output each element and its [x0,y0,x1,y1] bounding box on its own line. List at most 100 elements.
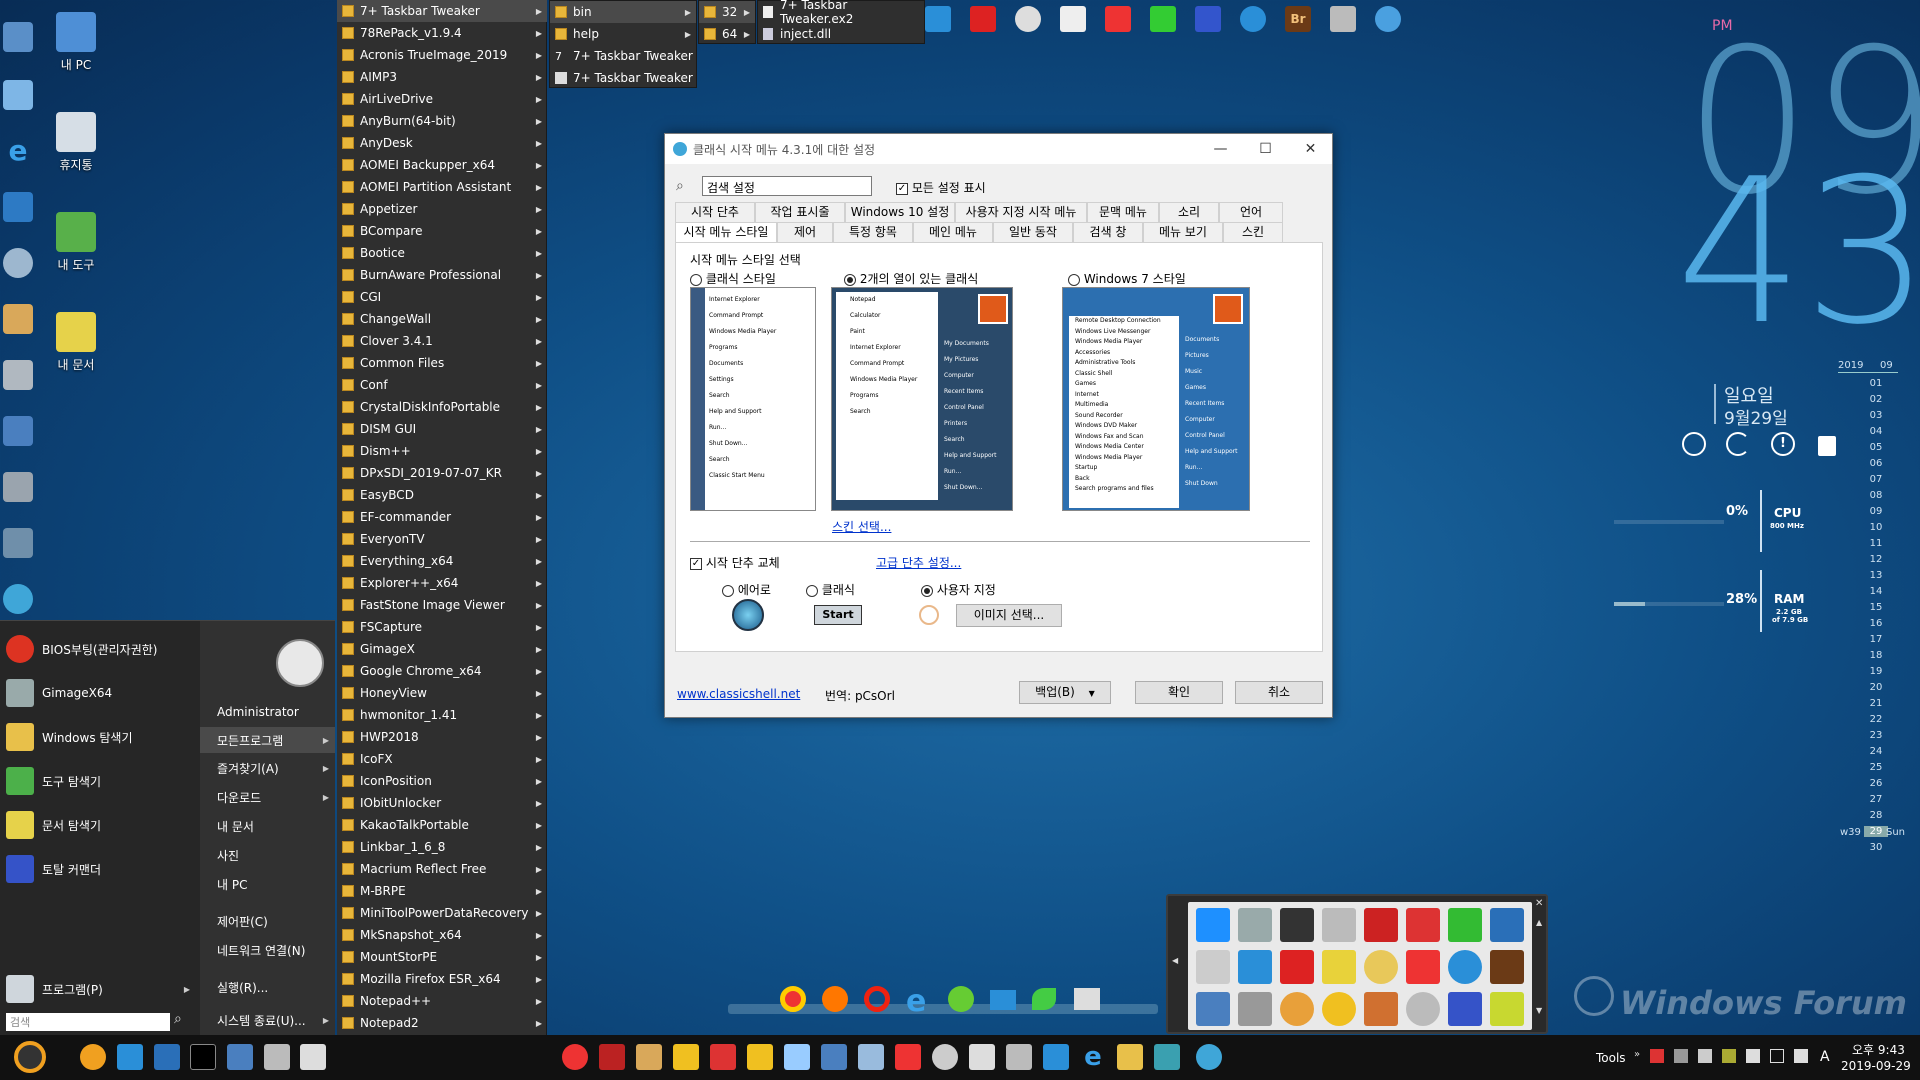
tab-general-behavior[interactable]: 일반 동작 [993,222,1073,242]
paint-icon[interactable] [3,304,33,334]
program-folder-item[interactable]: GimageX ▶ [337,638,547,660]
submenu-item-32[interactable]: 32 ▶ [699,1,755,23]
radio[interactable] [690,273,702,286]
floppy-icon[interactable] [1195,6,1221,32]
submenu-item-dll[interactable]: inject.dll [758,23,924,45]
leaf-icon[interactable] [1032,988,1056,1010]
network-icon[interactable] [3,192,33,222]
file-icon[interactable] [784,1044,810,1070]
anydesk-icon[interactable] [895,1044,921,1070]
tab-controls[interactable]: 제어 [777,222,833,242]
tab-menu-style[interactable]: 시작 메뉴 스타일 [675,222,777,242]
program-folder-item[interactable]: Common Files ▶ [337,352,547,374]
desktop-icon-my-documents[interactable]: 내 문서 [36,312,116,373]
dialog-titlebar[interactable]: 클래식 시작 메뉴 4.3.1에 대한 설정 — ☐ ✕ [665,134,1332,164]
show-all-checkbox[interactable]: ✓ 모든 설정 표시 [896,179,986,196]
triangle-icon[interactable] [925,6,951,32]
program-folder-item[interactable]: BCompare ▶ [337,220,547,242]
program-folder-item[interactable]: KakaoTalkPortable ▶ [337,814,547,836]
clock-icon[interactable] [1015,6,1041,32]
start-network[interactable]: 네트워크 연결(N) [200,937,335,963]
ie-icon[interactable]: e [3,136,33,166]
tab-main-menu[interactable]: 메인 메뉴 [913,222,993,242]
search-icon[interactable]: ⌕ [174,1011,182,1027]
program-folder-item[interactable]: ChangeWall ▶ [337,308,547,330]
program-folder-item[interactable]: Conf ▶ [337,374,547,396]
program-folder-item[interactable]: 78RePack_v1.9.4 ▶ [337,22,547,44]
start-downloads[interactable]: 다운로드 ▶ [200,784,335,810]
start-item-tool-explorer[interactable]: 도구 탐색기 [6,763,196,799]
checkbox[interactable]: ✓ [896,182,908,195]
radio[interactable] [921,584,933,597]
house-icon[interactable] [1364,908,1398,942]
program-folder-item[interactable]: MountStorPE ▶ [337,946,547,968]
package-icon[interactable] [1364,992,1398,1026]
program-folder-item[interactable]: CrystalDiskInfoPortable ▶ [337,396,547,418]
globe-icon[interactable] [3,584,33,614]
replace-button-checkbox[interactable]: ✓ 시작 단추 교체 [690,554,780,571]
style-classic-radio[interactable]: 클래식 스타일 [690,270,776,287]
monitor-icon[interactable] [3,416,33,446]
start-search-input[interactable]: 검색 [6,1013,170,1031]
radio[interactable] [1068,273,1080,286]
calculator-icon[interactable] [1006,1044,1032,1070]
brush-icon[interactable] [710,1044,736,1070]
settings-search-input[interactable]: 검색 설정 [702,176,872,196]
program-folder-item[interactable]: AirLiveDrive ▶ [337,88,547,110]
shield-icon[interactable] [264,1044,290,1070]
folder-icon[interactable] [1117,1044,1143,1070]
usb-tray-icon[interactable] [1746,1049,1760,1063]
lock-icon[interactable] [1818,436,1836,456]
play-icon[interactable] [1322,992,1356,1026]
lock-screen-icon[interactable] [117,1044,143,1070]
start-my-documents[interactable]: 내 문서 [200,813,335,839]
k-icon[interactable] [1280,908,1314,942]
program-folder-item[interactable]: Everything_x64 ▶ [337,550,547,572]
program-folder-item[interactable]: hwmonitor_1.41 ▶ [337,704,547,726]
explorer-icon[interactable] [1154,1044,1180,1070]
dock-close-icon[interactable]: ✕ [1535,898,1543,909]
submenu-item-tweaker-help[interactable]: 7+ Taskbar Tweaker [550,67,696,89]
start-my-pc[interactable]: 내 PC [200,871,335,897]
settings-icon[interactable] [1375,6,1401,32]
preview-twocol[interactable]: Notepad Calculator Paint Internet Explorer C… [831,287,1013,511]
program-folder-item[interactable]: Google Chrome_x64 ▶ [337,660,547,682]
ie-icon[interactable]: e [1080,1044,1106,1070]
dock-scroll-up-icon[interactable]: ▲ [1536,918,1542,927]
tray-icon-1[interactable] [1650,1049,1664,1063]
tab-menu-look[interactable]: 메뉴 보기 [1143,222,1223,242]
program-folder-item[interactable]: Bootice ▶ [337,242,547,264]
program-folder-item[interactable]: Linkbar_1_6_8 ▶ [337,836,547,858]
button-classic-radio[interactable]: 클래식 [806,581,855,598]
magnifier-icon[interactable] [1280,992,1314,1026]
maximize-button[interactable]: ☐ [1243,134,1288,164]
no-key-icon[interactable] [1406,908,1440,942]
start-favorites[interactable]: 즐겨찾기(A) ▶ [200,755,335,781]
restart-icon[interactable] [1726,432,1750,456]
radio[interactable] [722,584,734,597]
radio[interactable] [806,584,818,597]
tab-windows10[interactable]: Windows 10 설정 [845,202,955,222]
pdf-icon[interactable] [1322,950,1356,984]
utorrent-icon[interactable] [948,986,974,1012]
display-icon[interactable] [821,1044,847,1070]
network-tray-icon[interactable] [1770,1049,1784,1063]
program-folder-item[interactable]: IconPosition ▶ [337,770,547,792]
tray-time[interactable]: 오후 9:43 [1852,1041,1905,1058]
flash-icon[interactable] [970,6,996,32]
program-folder-item[interactable]: EveryonTV ▶ [337,528,547,550]
tab-special-items[interactable]: 특정 항목 [833,222,913,242]
drive-icon[interactable] [1238,908,1272,942]
chrome-icon[interactable] [562,1044,588,1070]
program-folder-item[interactable]: HoneyView ▶ [337,682,547,704]
tab-start-button[interactable]: 시작 단추 [675,202,755,222]
gear-icon[interactable] [1448,950,1482,984]
usb-icon[interactable] [300,1044,326,1070]
start-item-total-commander[interactable]: 토탈 커맨더 [6,851,196,887]
style-twocol-radio[interactable]: 2개의 열이 있는 클래식 [844,270,978,287]
ime-indicator[interactable]: A [1820,1049,1830,1065]
network-sharing-icon[interactable] [1043,1044,1069,1070]
network-icon[interactable] [154,1044,180,1070]
r-app-icon[interactable] [599,1044,625,1070]
button-aero-radio[interactable]: 에어로 [722,581,771,598]
